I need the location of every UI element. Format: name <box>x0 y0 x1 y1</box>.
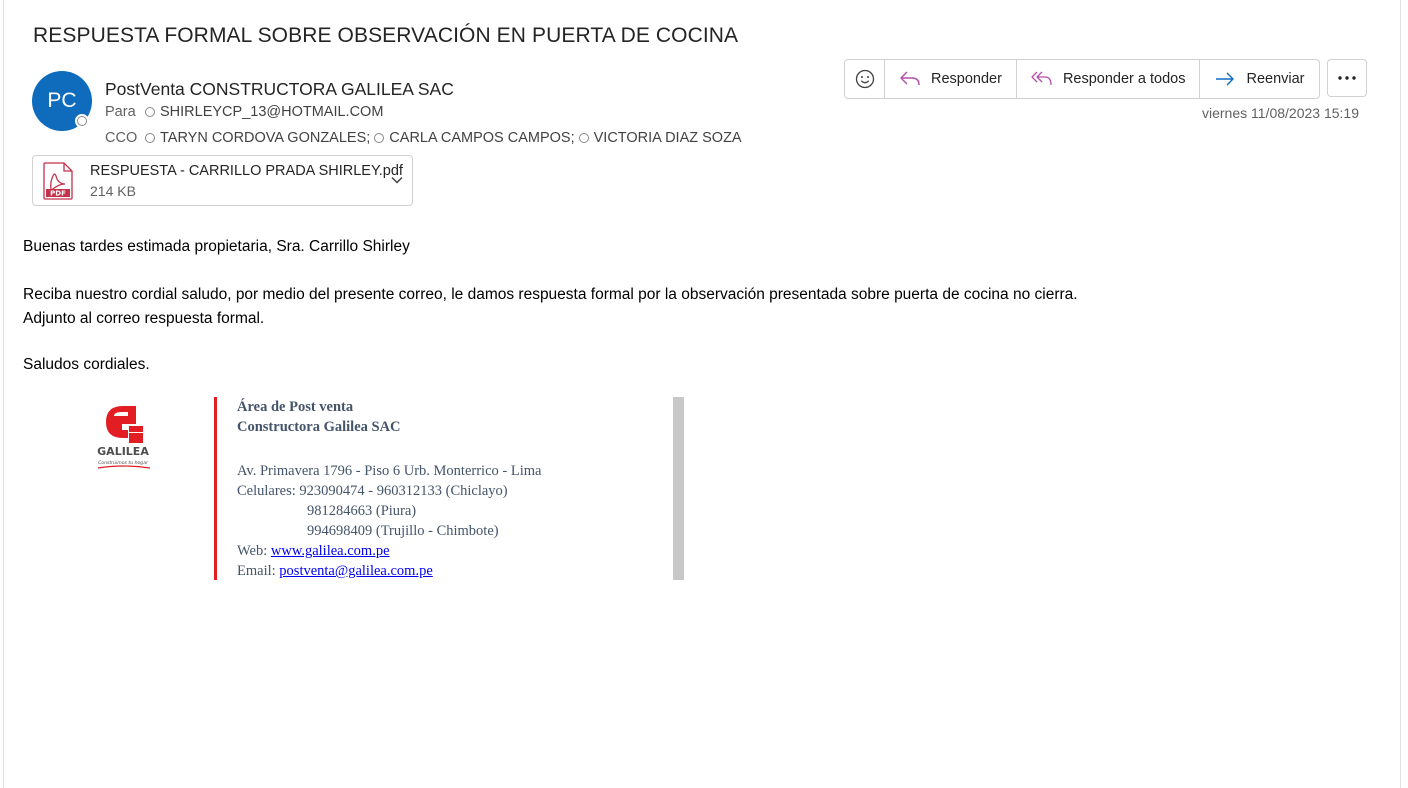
sender-name[interactable]: PostVenta CONSTRUCTORA GALILEA SAC <box>105 79 454 100</box>
presence-ring-icon <box>145 133 155 143</box>
galilea-logo: GALILEA Construimos tu hogar <box>92 402 154 479</box>
presence-status-icon <box>75 114 89 128</box>
body-line-1: Reciba nuestro cordial saludo, por medio… <box>23 286 1078 303</box>
forward-icon <box>1216 72 1235 86</box>
forward-button[interactable]: Reenviar <box>1200 60 1318 98</box>
emoji-icon <box>855 69 874 89</box>
email-subject: RESPUESTA FORMAL SOBRE OBSERVACIÓN EN PU… <box>33 24 739 47</box>
svg-text:PDF: PDF <box>50 190 66 198</box>
signature-phones: Celulares: 923090474 - 960312133 (Chicla… <box>237 483 508 499</box>
to-row: Para SHIRLEYCP_13@HOTMAIL.COM <box>105 104 383 120</box>
web-link[interactable]: www.galilea.com.pe <box>271 543 390 559</box>
email-link[interactable]: postventa@galilea.com.pe <box>279 563 432 579</box>
svg-text:Construimos tu hogar: Construimos tu hogar <box>98 460 149 466</box>
pdf-icon: PDF <box>43 162 73 200</box>
bcc-label: CCO <box>105 130 138 146</box>
signature-divider-bar <box>673 397 684 580</box>
more-icon <box>1338 76 1356 80</box>
presence-ring-icon <box>145 107 155 117</box>
bcc-recipient[interactable]: TARYN CORDOVA GONZALES; <box>145 130 370 146</box>
attachment-name: RESPUESTA - CARRILLO PRADA SHIRLEY.pdf <box>90 163 403 179</box>
svg-text:GALILEA: GALILEA <box>97 445 149 458</box>
avatar-initials: PC <box>47 89 77 112</box>
body-closing: Saludos cordiales. <box>23 356 150 373</box>
signature-accent-bar <box>214 397 217 580</box>
signature-phone-2: 981284663 (Piura) <box>307 503 417 519</box>
bcc-recipient[interactable]: CARLA CAMPOS CAMPOS; <box>374 130 575 146</box>
more-actions-button[interactable] <box>1327 59 1367 97</box>
bcc-recipient[interactable]: VICTORIA DIAZ SOZA <box>578 130 742 146</box>
attachment-card[interactable]: PDF RESPUESTA - CARRILLO PRADA SHIRLEY.p… <box>32 155 413 206</box>
presence-ring-icon <box>578 133 589 143</box>
reply-all-icon <box>1031 71 1052 86</box>
body-greeting: Buenas tardes estimada propietaria, Sra.… <box>23 238 410 255</box>
attachment-size: 214 KB <box>90 183 136 199</box>
sent-date: viernes 11/08/2023 15:19 <box>1202 105 1359 121</box>
chevron-down-icon[interactable] <box>390 173 404 187</box>
signature-department: Área de Post venta <box>237 399 354 415</box>
emoji-reaction-button[interactable] <box>845 60 885 98</box>
message-toolbar: Responder Responder a todos Reenviar <box>844 59 1320 99</box>
signature-phone-3: 994698409 (Trujillo - Chimbote) <box>307 523 499 539</box>
to-label: Para <box>105 104 136 120</box>
signature-email: Email: postventa@galilea.com.pe <box>237 563 433 579</box>
presence-ring-icon <box>374 133 385 143</box>
to-recipient[interactable]: SHIRLEYCP_13@HOTMAIL.COM <box>145 104 383 120</box>
reply-all-button[interactable]: Responder a todos <box>1017 60 1201 98</box>
signature-company: Constructora Galilea SAC <box>237 419 401 435</box>
frame-right-border <box>1400 0 1401 788</box>
bcc-row: CCO TARYN CORDOVA GONZALES; CARLA CAMPOS… <box>105 130 742 146</box>
signature-address: Av. Primavera 1796 - Piso 6 Urb. Monterr… <box>237 463 542 479</box>
reply-button[interactable]: Responder <box>885 60 1017 98</box>
body-line-2: Adjunto al correo respuesta formal. <box>23 310 265 327</box>
frame-left-border <box>3 0 4 788</box>
signature-web: Web: www.galilea.com.pe <box>237 543 390 559</box>
reply-icon <box>900 71 920 86</box>
